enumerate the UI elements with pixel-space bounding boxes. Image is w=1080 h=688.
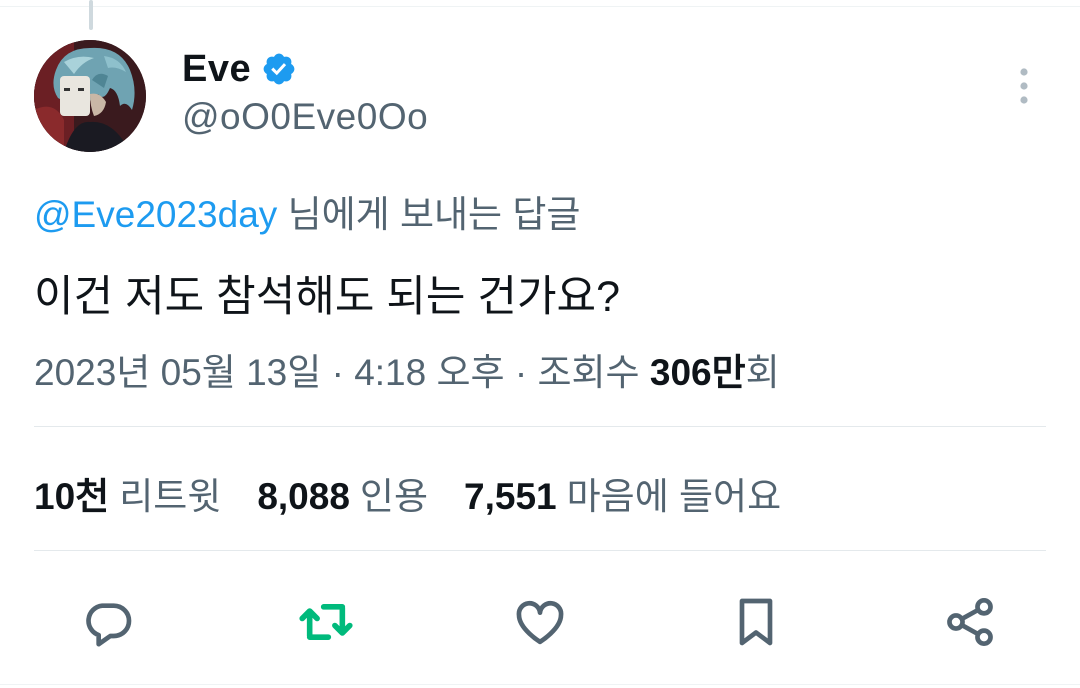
quotes-label: 인용 [359, 476, 429, 517]
bottom-divider [0, 684, 1080, 685]
action-bar [0, 586, 1080, 658]
avatar[interactable] [34, 40, 146, 152]
display-name-row: Eve [182, 44, 297, 94]
like-icon [516, 600, 564, 645]
verified-badge-icon[interactable] [261, 51, 297, 87]
quotes-count: 8,088 [257, 476, 350, 517]
reply-button[interactable] [72, 586, 144, 658]
meta-separator: · [321, 352, 355, 393]
bookmark-button[interactable] [720, 586, 792, 658]
retweets-count: 10천 [34, 476, 110, 517]
meta-separator: · [504, 352, 538, 393]
views-label: 조회수 [537, 352, 650, 393]
retweet-button[interactable] [290, 586, 362, 658]
likes-count: 7,551 [464, 476, 557, 517]
share-icon [947, 597, 993, 647]
bookmark-icon [739, 598, 773, 646]
retweets-stat[interactable]: 10천 리트윗 [34, 466, 221, 520]
share-button[interactable] [934, 586, 1006, 658]
top-divider [0, 6, 1080, 7]
reply-mention-link[interactable]: @Eve2023day [34, 194, 277, 235]
tweet-text: 이건 저도 참석해도 되는 건가요? [34, 273, 620, 321]
reply-context-suffix: 님에게 보내는 답글 [277, 194, 581, 235]
reply-icon [86, 603, 132, 647]
engagement-stats: 10천 리트윗 8,088 인용 7,551 마음에 들어요 [34, 466, 781, 520]
tweet-meta: 2023년 05월 13일 · 4:18 오후 · 조회수 306만회 [34, 342, 780, 396]
thread-connector-line [89, 0, 93, 30]
stats-bottom-divider [34, 550, 1046, 551]
display-name[interactable]: Eve [182, 48, 251, 91]
retweets-label: 리트윗 [119, 476, 222, 517]
avatar-image [34, 40, 146, 152]
likes-stat[interactable]: 7,551 마음에 들어요 [464, 466, 781, 520]
views-suffix: 회 [745, 352, 780, 393]
tweet-date[interactable]: 2023년 05월 13일 [34, 352, 321, 393]
like-button[interactable] [504, 586, 576, 658]
retweet-icon [299, 604, 353, 640]
stats-top-divider [34, 426, 1046, 427]
user-handle[interactable]: @oO0Eve0Oo [182, 96, 428, 138]
quotes-stat[interactable]: 8,088 인용 [257, 466, 428, 520]
more-options-icon[interactable] [1012, 66, 1036, 106]
tweet-time[interactable]: 4:18 오후 [354, 352, 504, 393]
views-count: 306만 [649, 352, 746, 393]
reply-context: @Eve2023day 님에게 보내는 답글 [34, 184, 580, 238]
likes-label: 마음에 들어요 [566, 476, 782, 517]
